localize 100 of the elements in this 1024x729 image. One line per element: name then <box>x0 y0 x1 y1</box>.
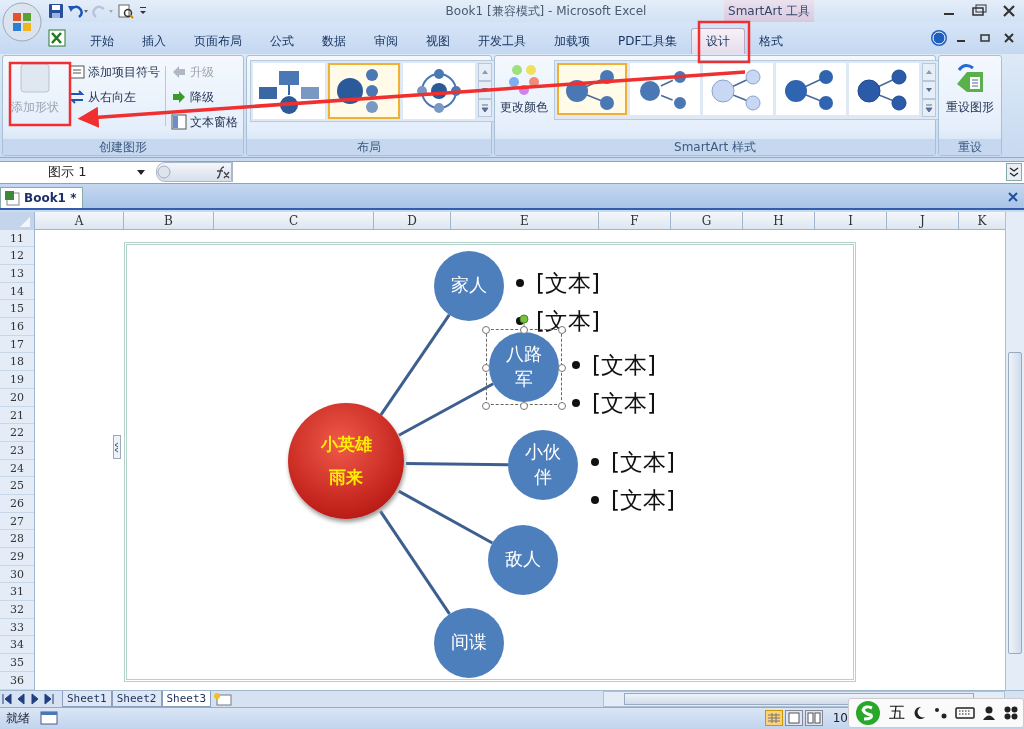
central-node[interactable]: 小英雄 雨来 <box>288 402 404 519</box>
ribbon-command[interactable]: 文本窗格 <box>170 112 239 132</box>
row-header[interactable]: 29 <box>0 548 34 566</box>
sheet-nav-arrow-icon[interactable] <box>0 691 14 706</box>
row-header[interactable]: 23 <box>0 441 34 460</box>
scrollbar-thumb[interactable] <box>1008 351 1022 654</box>
row-header[interactable]: 36 <box>0 671 34 690</box>
reset-graphic-button[interactable]: 重设图形 <box>942 60 998 118</box>
layout-thumbnail[interactable] <box>403 63 475 119</box>
vertical-scrollbar[interactable] <box>1005 211 1024 690</box>
placeholder-text[interactable]: [文本] <box>611 483 675 516</box>
column-header[interactable]: H <box>742 211 814 229</box>
column-header[interactable]: E <box>450 211 598 229</box>
layout-thumbnail[interactable] <box>328 63 400 119</box>
row-header[interactable]: 15 <box>0 300 34 319</box>
row-header[interactable]: 21 <box>0 406 34 425</box>
column-header[interactable]: A <box>34 211 123 229</box>
more-icon[interactable] <box>478 99 492 117</box>
close-icon[interactable] <box>1006 189 1020 204</box>
placeholder-text[interactable]: [文本] <box>592 386 656 419</box>
ribbon-tab[interactable]: PDF工具集 <box>604 28 692 54</box>
style-thumbnail[interactable] <box>630 63 700 115</box>
sheet-nav-arrow-icon[interactable] <box>42 691 56 706</box>
row-header[interactable]: 20 <box>0 388 34 407</box>
column-header[interactable]: C <box>213 211 373 229</box>
row-header[interactable]: 31 <box>0 583 34 602</box>
selection-handles[interactable] <box>479 312 569 413</box>
input-method-toolbar[interactable]: 五 <box>848 698 1024 728</box>
row-header[interactable]: 16 <box>0 318 34 336</box>
help-icon[interactable] <box>930 29 948 47</box>
column-header[interactable]: F <box>598 211 670 229</box>
page-layout-view-icon[interactable] <box>784 710 803 727</box>
save-icon[interactable] <box>48 3 64 19</box>
grid-icon[interactable] <box>1003 705 1019 721</box>
row-header[interactable]: 26 <box>0 494 34 513</box>
macro-record-icon[interactable] <box>40 711 58 726</box>
page-break-view-icon[interactable] <box>804 710 823 727</box>
undo-icon[interactable] <box>67 3 89 19</box>
ribbon-tab[interactable]: 页面布局 <box>180 28 256 54</box>
print-preview-icon[interactable] <box>117 3 135 19</box>
row-header[interactable]: 28 <box>0 530 34 548</box>
ribbon-command[interactable]: 从右向左 <box>68 87 161 107</box>
style-thumbnail[interactable] <box>849 63 919 115</box>
expand-formula-bar-icon[interactable] <box>1006 163 1022 182</box>
row-header[interactable]: 35 <box>0 654 34 672</box>
ribbon-tab[interactable]: 审阅 <box>360 28 412 54</box>
row-header[interactable]: 11 <box>0 229 34 248</box>
row-header[interactable]: 34 <box>0 636 34 655</box>
ribbon-command[interactable]: 降级 <box>170 87 239 107</box>
zoom-level[interactable]: 10 <box>832 711 848 726</box>
workbook-tab[interactable]: Book1 * <box>0 186 84 208</box>
row-header[interactable]: 24 <box>0 459 34 478</box>
input-method-logo-icon[interactable] <box>853 700 883 726</box>
row-header[interactable]: 14 <box>0 282 34 301</box>
row-header[interactable]: 12 <box>0 247 34 265</box>
keyboard-icon[interactable] <box>955 705 975 721</box>
change-colors-button[interactable]: 更改颜色 <box>498 60 550 118</box>
row-header[interactable]: 22 <box>0 424 34 442</box>
row-header[interactable]: 18 <box>0 353 34 372</box>
sheet-tab[interactable]: Sheet3 <box>161 690 212 707</box>
punctuation-icon[interactable] <box>933 705 949 721</box>
column-header[interactable]: B <box>123 211 213 229</box>
row-header[interactable]: 30 <box>0 565 34 584</box>
ribbon-tab[interactable]: 数据 <box>308 28 360 54</box>
column-header[interactable]: I <box>814 211 886 229</box>
ribbon-command[interactable]: 添加项目符号 <box>68 62 161 82</box>
row-header[interactable]: 17 <box>0 335 34 354</box>
insert-function-button[interactable] <box>156 162 232 183</box>
row-header[interactable]: 33 <box>0 618 34 637</box>
ribbon-tab[interactable]: 设计 <box>691 28 746 54</box>
input-mode-indicator[interactable]: 五 <box>889 702 905 724</box>
row-header[interactable]: 25 <box>0 477 34 495</box>
style-thumbnail[interactable] <box>557 63 627 115</box>
user-icon[interactable] <box>981 705 997 721</box>
scroll-down-icon[interactable] <box>922 81 936 99</box>
ribbon-tab[interactable]: 格式 <box>745 28 798 54</box>
style-thumbnail[interactable] <box>776 63 846 115</box>
placeholder-text[interactable]: [文本] <box>536 266 600 299</box>
ribbon-tab[interactable]: 开始 <box>76 28 128 54</box>
layout-thumbnail[interactable] <box>253 63 325 119</box>
ribbon-tab[interactable]: 加载项 <box>540 28 604 54</box>
row-header[interactable]: 19 <box>0 371 34 389</box>
ribbon-tab[interactable]: 开发工具 <box>464 28 540 54</box>
more-icon[interactable] <box>922 99 936 117</box>
placeholder-text[interactable]: [文本] <box>611 445 675 478</box>
row-header[interactable]: 27 <box>0 512 34 531</box>
placeholder-text[interactable]: [文本] <box>592 348 656 381</box>
ribbon-tab[interactable]: 视图 <box>412 28 464 54</box>
expand-text-pane-handle[interactable] <box>113 434 121 459</box>
ribbon-tab[interactable]: 公式 <box>256 28 308 54</box>
row-header[interactable]: 13 <box>0 265 34 283</box>
column-header[interactable]: J <box>886 211 958 229</box>
row-header[interactable]: 32 <box>0 601 34 619</box>
sheet-tab[interactable]: Sheet2 <box>111 690 162 707</box>
column-header[interactable]: D <box>373 211 450 229</box>
ribbon-tab[interactable]: 插入 <box>128 28 180 54</box>
style-thumbnail[interactable] <box>703 63 773 115</box>
column-header[interactable]: G <box>670 211 742 229</box>
name-box[interactable]: 图示 1 <box>0 163 150 182</box>
sheet-tab[interactable]: Sheet1 <box>62 690 112 707</box>
